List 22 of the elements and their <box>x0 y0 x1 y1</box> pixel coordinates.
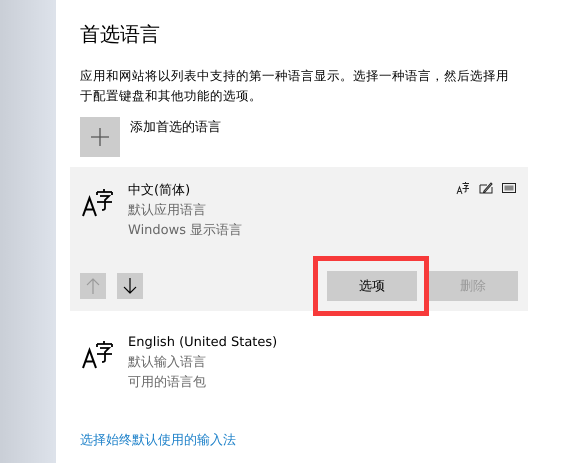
plus-icon <box>91 128 109 146</box>
language-detail: 默认应用语言 <box>128 202 207 220</box>
language-detail: 默认输入语言 <box>128 354 207 372</box>
language-pack-icon <box>456 181 470 195</box>
language-name: English (United States) <box>128 334 278 352</box>
language-item[interactable]: English (United States) 默认输入语言 可用的语言包 <box>70 319 528 403</box>
language-icon <box>82 339 114 369</box>
input-method-link[interactable]: 选择始终默认使用的输入法 <box>80 431 236 449</box>
language-name: 中文(简体) <box>128 182 192 200</box>
down-arrow-icon <box>123 278 137 294</box>
options-button[interactable]: 选项 <box>327 271 417 301</box>
move-down-button[interactable] <box>117 273 143 299</box>
add-language-label[interactable]: 添加首选的语言 <box>130 118 221 136</box>
language-icon <box>82 187 114 217</box>
keyboard-icon <box>502 183 516 193</box>
up-arrow-icon <box>86 278 100 294</box>
handwriting-icon <box>479 181 493 195</box>
add-language-button[interactable] <box>80 117 120 157</box>
language-detail: Windows 显示语言 <box>128 222 244 240</box>
description-text: 应用和网站将以列表中支持的第一种语言显示。选择一种语言，然后选择用于配置键盘和其他功能的选项。 <box>80 67 510 105</box>
section-title: 首选语言 <box>80 21 161 48</box>
language-detail: 可用的语言包 <box>128 374 207 392</box>
